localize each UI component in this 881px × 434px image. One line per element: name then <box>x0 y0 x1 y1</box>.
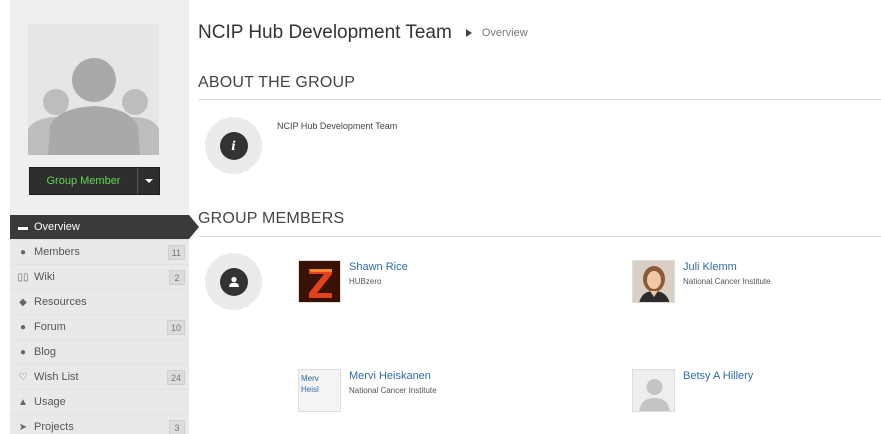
resources-icon: ◆ <box>19 296 27 308</box>
nav-label: Overview <box>34 221 80 233</box>
nav-item-wiki[interactable]: ▯▯ Wiki 2 <box>10 265 189 290</box>
default-user-avatar-icon <box>633 370 674 411</box>
divider <box>198 236 881 237</box>
member-photo[interactable] <box>632 369 675 412</box>
member-photo[interactable] <box>298 260 341 303</box>
projects-icon: ➤ <box>18 421 28 433</box>
group-nav: ▬ Overview ● Members 11 ▯▯ Wiki 2 ◆ Reso… <box>10 215 199 434</box>
nav-count-badge: 2 <box>169 270 185 285</box>
nav-item-projects[interactable]: ➤ Projects 3 <box>10 415 189 434</box>
membership-caret-button[interactable] <box>137 167 160 195</box>
breadcrumb-arrow-icon <box>465 29 472 37</box>
page-header: NCIP Hub Development Team Overview <box>198 22 528 44</box>
member-portrait-icon <box>633 261 674 302</box>
member-name[interactable]: Betsy A Hillery <box>683 370 753 382</box>
user-icon <box>219 267 248 296</box>
member-photo[interactable]: Merv Heisl <box>298 369 341 412</box>
nav-label: Wiki <box>34 271 55 283</box>
member-card[interactable]: Juli Klemm National Cancer Institute <box>632 260 771 303</box>
member-org: National Cancer Institute <box>349 386 437 395</box>
nav-label: Wish List <box>34 371 79 383</box>
nav-item-members[interactable]: ● Members 11 <box>10 240 189 265</box>
nav-count-badge: 11 <box>167 245 185 260</box>
nav-count-badge: 24 <box>166 370 185 385</box>
nav-label: Resources <box>34 296 87 308</box>
nav-label: Projects <box>34 421 74 433</box>
default-group-avatar-icon <box>28 24 159 155</box>
nav-label: Members <box>34 246 80 258</box>
member-name[interactable]: Mervi Heiskanen <box>349 370 437 382</box>
nav-item-usage[interactable]: ▲ Usage <box>10 390 189 415</box>
member-card[interactable]: Merv Heisl Mervi Heiskanen National Canc… <box>298 369 437 412</box>
nav-label: Blog <box>34 346 57 358</box>
sidebar: Group Member ▬ Overview ● Members 11 ▯▯ … <box>10 0 199 434</box>
overview-icon: ▬ <box>18 221 28 233</box>
member-card[interactable]: Shawn Rice HUBzero <box>298 260 408 303</box>
group-member-button[interactable]: Group Member <box>29 167 137 195</box>
caret-down-icon <box>144 179 153 183</box>
about-heading: ABOUT THE GROUP <box>198 74 356 91</box>
nav-item-resources[interactable]: ◆ Resources <box>10 290 189 315</box>
member-card[interactable]: Betsy A Hillery <box>632 369 753 412</box>
nav-label: Forum <box>34 321 66 333</box>
wiki-icon: ▯▯ <box>17 271 29 283</box>
member-org: National Cancer Institute <box>683 277 771 286</box>
nav-item-forum[interactable]: ● Forum 10 <box>10 315 189 340</box>
nav-item-wish-list[interactable]: ♡ Wish List 24 <box>10 365 189 390</box>
breadcrumb: Overview <box>481 27 528 39</box>
member-name[interactable]: Shawn Rice <box>349 261 408 273</box>
about-description: NCIP Hub Development Team <box>277 121 398 131</box>
members-badge <box>205 253 262 310</box>
member-org: HUBzero <box>349 277 382 286</box>
nav-count-badge: 10 <box>166 320 185 335</box>
member-name[interactable]: Juli Klemm <box>683 261 771 273</box>
membership-dropdown[interactable]: Group Member <box>29 167 160 195</box>
members-heading: GROUP MEMBERS <box>198 210 345 227</box>
usage-icon: ▲ <box>18 396 28 408</box>
nav-count-badge: 3 <box>169 420 185 434</box>
wishlist-icon: ♡ <box>18 371 28 383</box>
broken-image-alt: Merv Heisl <box>301 374 319 394</box>
forum-icon: ● <box>19 321 27 333</box>
nav-item-blog[interactable]: ● Blog <box>10 340 189 365</box>
nav-label: Usage <box>34 396 66 408</box>
about-info-badge: i <box>205 117 262 174</box>
member-photo[interactable] <box>632 260 675 303</box>
members-icon: ● <box>19 246 27 258</box>
hubzero-logo-icon <box>299 261 340 302</box>
blog-icon: ● <box>19 346 27 358</box>
nav-item-overview[interactable]: ▬ Overview <box>10 215 199 240</box>
info-icon: i <box>219 131 248 160</box>
page-title[interactable]: NCIP Hub Development Team <box>198 22 452 44</box>
group-avatar <box>28 24 159 155</box>
divider <box>198 99 881 100</box>
